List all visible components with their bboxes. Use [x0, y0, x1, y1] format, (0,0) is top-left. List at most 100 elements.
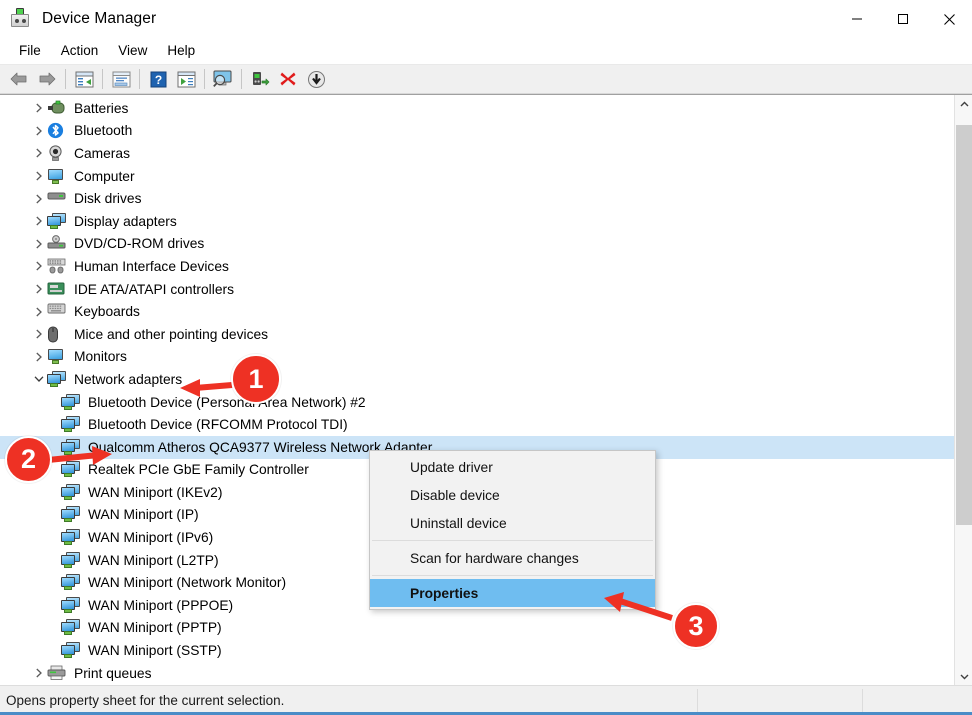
tree-row[interactable]: Bluetooth Device (Personal Area Network)…: [0, 391, 954, 414]
network-adapter-icon: [61, 506, 81, 523]
tree-row[interactable]: Print queues: [0, 662, 954, 685]
device-manager-icon: [10, 8, 32, 30]
context-menu-separator: [372, 575, 653, 576]
chevron-right-icon[interactable]: [31, 126, 47, 136]
context-menu-item-scan-for-hardware-changes[interactable]: Scan for hardware changes: [370, 544, 655, 572]
chevron-right-icon[interactable]: [31, 194, 47, 204]
network-adapter-icon: [61, 552, 81, 569]
show-hide-console-tree-icon[interactable]: [70, 66, 98, 92]
title-bar: Device Manager: [0, 0, 972, 38]
disk-drive-icon: [47, 190, 67, 207]
update-driver-icon[interactable]: [172, 66, 200, 92]
context-menu-item-disable-device[interactable]: Disable device: [370, 481, 655, 509]
menu-help[interactable]: Help: [157, 40, 205, 61]
status-bar: Opens property sheet for the current sel…: [0, 685, 972, 715]
chevron-right-icon: [35, 148, 43, 158]
chevron-right-icon[interactable]: [31, 171, 47, 181]
tree-row-label: Display adapters: [74, 214, 181, 229]
properties-icon[interactable]: [107, 66, 135, 92]
enable-device-icon[interactable]: [302, 66, 330, 92]
context-menu-item-uninstall-device[interactable]: Uninstall device: [370, 509, 655, 537]
scrollbar-thumb[interactable]: [956, 125, 972, 525]
tree-row[interactable]: Monitors: [0, 346, 954, 369]
chevron-right-icon[interactable]: [31, 103, 47, 113]
device-context-menu[interactable]: Update driverDisable deviceUninstall dev…: [369, 450, 656, 610]
tree-row[interactable]: Human Interface Devices: [0, 255, 954, 278]
tree-row-label: Batteries: [74, 101, 132, 116]
forward-icon[interactable]: [33, 66, 61, 92]
tree-row[interactable]: Keyboards: [0, 300, 954, 323]
status-divider: [697, 689, 698, 713]
chevron-right-icon[interactable]: [31, 329, 47, 339]
tree-row[interactable]: DVD/CD-ROM drives: [0, 233, 954, 256]
chevron-right-icon[interactable]: [31, 668, 47, 678]
toolbar-separator: [102, 69, 103, 89]
tree-row[interactable]: Batteries: [0, 97, 954, 120]
battery-icon: [47, 100, 67, 117]
camera-icon: [47, 145, 67, 162]
chevron-right-icon: [35, 239, 43, 249]
tree-row[interactable]: Bluetooth Device (RFCOMM Protocol TDI): [0, 413, 954, 436]
tree-row[interactable]: Display adapters: [0, 210, 954, 233]
network-adapter-icon: [61, 597, 81, 614]
tree-row[interactable]: IDE ATA/ATAPI controllers: [0, 278, 954, 301]
chevron-right-icon[interactable]: [31, 284, 47, 294]
toolbar-separator: [241, 69, 242, 89]
tree-row-label: WAN Miniport (IPv6): [88, 530, 217, 545]
chevron-right-icon: [35, 126, 43, 136]
tree-row[interactable]: WAN Miniport (PPTP): [0, 617, 954, 640]
tree-row[interactable]: Network adapters: [0, 368, 954, 391]
tree-row-label: Bluetooth Device (Personal Area Network)…: [88, 395, 370, 410]
disable-device-icon[interactable]: [246, 66, 274, 92]
chevron-right-icon[interactable]: [31, 239, 47, 249]
toolbar-separator: [204, 69, 205, 89]
context-menu-item-update-driver[interactable]: Update driver: [370, 453, 655, 481]
chevron-right-icon: [35, 171, 43, 181]
tree-row-label: Cameras: [74, 146, 134, 161]
tree-row[interactable]: Bluetooth: [0, 120, 954, 143]
ide-controller-icon: [47, 281, 67, 298]
menu-file[interactable]: File: [9, 40, 51, 61]
tree-row-label: WAN Miniport (Network Monitor): [88, 575, 290, 590]
vertical-scrollbar[interactable]: [954, 95, 972, 685]
tree-row[interactable]: Computer: [0, 165, 954, 188]
minimize-button[interactable]: [834, 0, 880, 38]
network-adapter-icon: [61, 439, 81, 456]
scan-for-hardware-changes-icon[interactable]: [209, 66, 237, 92]
tree-row[interactable]: Disk drives: [0, 187, 954, 210]
network-adapter-icon: [61, 619, 81, 636]
scroll-up-button[interactable]: [955, 95, 972, 113]
tree-row[interactable]: Cameras: [0, 142, 954, 165]
menu-view[interactable]: View: [108, 40, 157, 61]
chevron-right-icon: [35, 194, 43, 204]
chevron-right-icon[interactable]: [31, 307, 47, 317]
window-controls: [834, 0, 972, 38]
tree-row-label: WAN Miniport (PPTP): [88, 620, 226, 635]
context-menu-item-properties[interactable]: Properties: [370, 579, 655, 607]
uninstall-device-icon[interactable]: [274, 66, 302, 92]
menu-action[interactable]: Action: [51, 40, 109, 61]
network-adapter-icon: [61, 529, 81, 546]
help-icon[interactable]: ?: [144, 66, 172, 92]
tree-row-label: DVD/CD-ROM drives: [74, 236, 208, 251]
chevron-right-icon[interactable]: [31, 148, 47, 158]
keyboard-icon: [47, 303, 67, 320]
close-button[interactable]: [926, 0, 972, 38]
tree-row-label: Human Interface Devices: [74, 259, 233, 274]
chevron-right-icon[interactable]: [31, 261, 47, 271]
chevron-right-icon[interactable]: [31, 216, 47, 226]
network-adapter-icon: [61, 574, 81, 591]
scroll-down-button[interactable]: [955, 667, 972, 685]
maximize-button[interactable]: [880, 0, 926, 38]
toolbar-separator: [139, 69, 140, 89]
dvd-drive-icon: [47, 235, 67, 252]
status-divider: [862, 689, 863, 713]
back-icon[interactable]: [5, 66, 33, 92]
chevron-right-icon[interactable]: [31, 352, 47, 362]
tree-row[interactable]: WAN Miniport (SSTP): [0, 639, 954, 662]
chevron-right-icon: [35, 668, 43, 678]
chevron-right-icon: [35, 329, 43, 339]
tree-row-label: WAN Miniport (PPPOE): [88, 598, 237, 613]
chevron-down-icon[interactable]: [31, 375, 47, 383]
tree-row[interactable]: Mice and other pointing devices: [0, 323, 954, 346]
